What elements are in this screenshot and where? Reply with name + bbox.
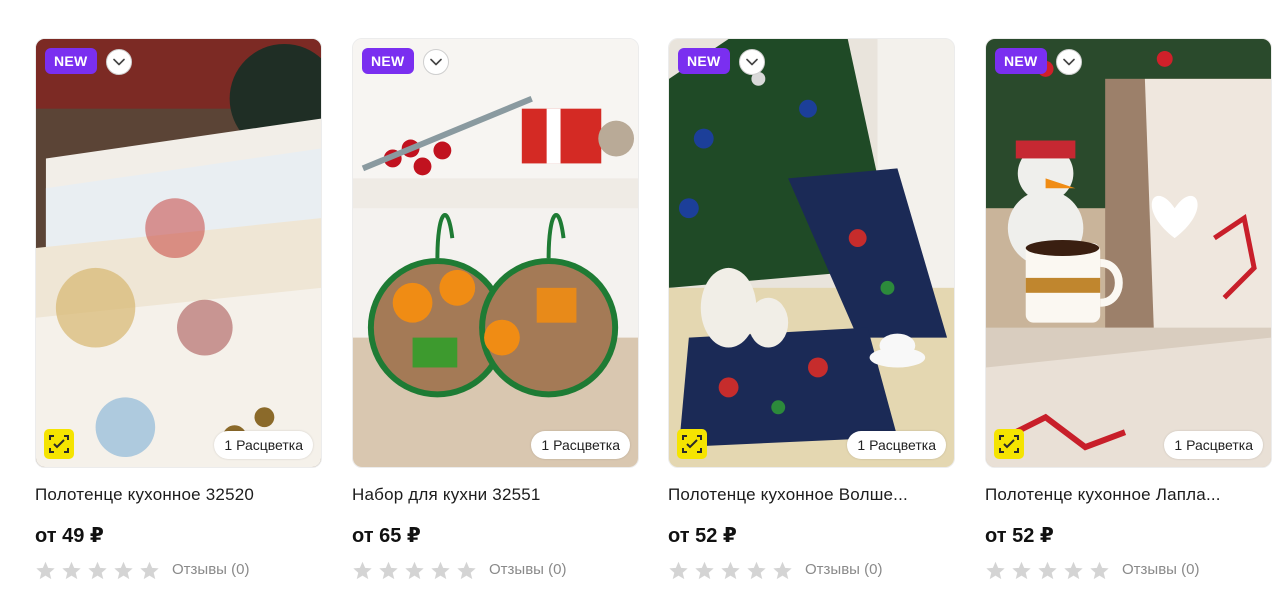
- star-icon: [405, 561, 424, 579]
- scan-icon: [44, 429, 74, 459]
- rating-row: Отзывы (0): [352, 559, 639, 581]
- chevron-down-icon[interactable]: [1056, 49, 1082, 75]
- reviews-link[interactable]: Отзывы (0): [172, 560, 249, 580]
- star-icon: [140, 561, 159, 579]
- rating-stars: [668, 560, 793, 581]
- star-icon: [669, 561, 688, 579]
- rating-stars: [35, 560, 160, 581]
- rating-row: Отзывы (0): [668, 559, 955, 581]
- color-variants-label: 1 Расцветка: [531, 431, 630, 459]
- star-icon: [1012, 561, 1031, 579]
- product-price: от 52 ₽: [668, 525, 737, 547]
- new-badge: NEW: [995, 48, 1047, 74]
- product-title[interactable]: Набор для кухни 32551: [352, 484, 622, 506]
- color-variants-label: 1 Расцветка: [214, 431, 313, 459]
- star-icon: [695, 561, 714, 579]
- product-card[interactable]: NEW 1 Расцветка Полотенце кухонное 32520…: [35, 38, 322, 581]
- product-card[interactable]: NEW 1 Расцветка Полотенце кухонное Волше…: [668, 38, 955, 581]
- star-icon: [1064, 561, 1083, 579]
- star-icon: [986, 561, 1005, 579]
- new-badge: NEW: [45, 48, 97, 74]
- star-icon: [431, 561, 450, 579]
- product-price: от 65 ₽: [352, 525, 421, 547]
- reviews-link[interactable]: Отзывы (0): [1122, 560, 1199, 580]
- product-photo-towel-lapland: [986, 39, 1271, 467]
- star-icon: [1038, 561, 1057, 579]
- product-title[interactable]: Полотенце кухонное Волше...: [668, 484, 938, 506]
- product-photo-towels: [36, 39, 321, 467]
- rating-stars: [352, 560, 477, 581]
- star-icon: [36, 561, 55, 579]
- product-title[interactable]: Полотенце кухонное 32520: [35, 484, 305, 506]
- product-image[interactable]: NEW 1 Расцветка: [985, 38, 1272, 468]
- star-icon: [457, 561, 476, 579]
- product-price: от 49 ₽: [35, 525, 104, 547]
- star-icon: [379, 561, 398, 579]
- reviews-link[interactable]: Отзывы (0): [489, 560, 566, 580]
- star-icon: [773, 561, 792, 579]
- rating-stars: [985, 560, 1110, 581]
- star-icon: [88, 561, 107, 579]
- star-icon: [114, 561, 133, 579]
- reviews-link[interactable]: Отзывы (0): [805, 560, 882, 580]
- color-variants-label: 1 Расцветка: [847, 431, 946, 459]
- product-image[interactable]: NEW 1 Расцветка: [668, 38, 955, 468]
- rating-row: Отзывы (0): [985, 559, 1272, 581]
- product-price: от 52 ₽: [985, 525, 1054, 547]
- star-icon: [1090, 561, 1109, 579]
- chevron-down-icon[interactable]: [423, 49, 449, 75]
- product-card[interactable]: NEW 1 Расцветка Набор для кухни 32551 от…: [352, 38, 639, 581]
- star-icon: [747, 561, 766, 579]
- product-photo-napkins: [669, 39, 954, 467]
- product-card[interactable]: NEW 1 Расцветка Полотенце кухонное Лапла…: [985, 38, 1272, 581]
- new-badge: NEW: [362, 48, 414, 74]
- scan-icon: [994, 429, 1024, 459]
- star-icon: [721, 561, 740, 579]
- rating-row: Отзывы (0): [35, 559, 322, 581]
- scan-icon: [677, 429, 707, 459]
- star-icon: [353, 561, 372, 579]
- product-title[interactable]: Полотенце кухонное Лапла...: [985, 484, 1255, 506]
- product-image[interactable]: NEW 1 Расцветка: [35, 38, 322, 468]
- new-badge: NEW: [678, 48, 730, 74]
- product-image[interactable]: NEW 1 Расцветка: [352, 38, 639, 468]
- chevron-down-icon[interactable]: [106, 49, 132, 75]
- color-variants-label: 1 Расцветка: [1164, 431, 1263, 459]
- star-icon: [62, 561, 81, 579]
- product-photo-potholders: [353, 39, 638, 467]
- chevron-down-icon[interactable]: [739, 49, 765, 75]
